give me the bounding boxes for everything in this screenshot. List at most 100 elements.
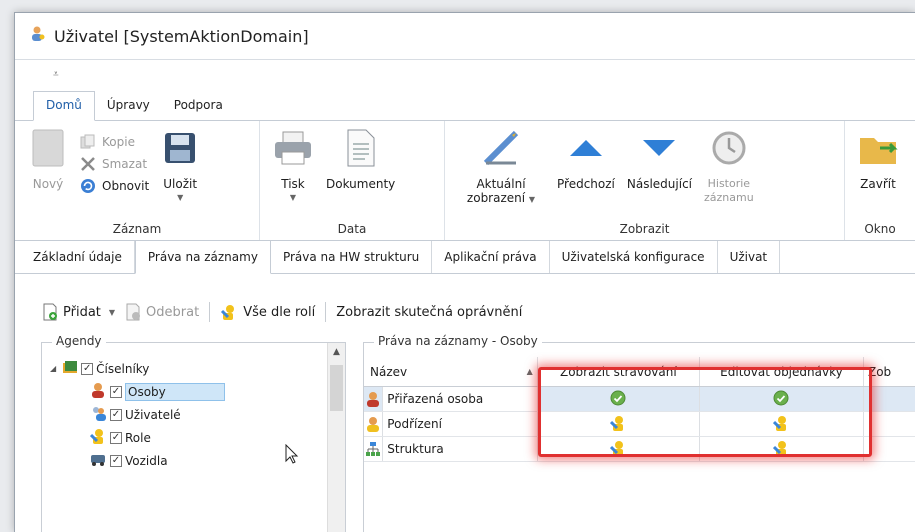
cell-editovat-objednavky[interactable] [700,412,864,436]
nasledujici-button[interactable]: Následující [621,125,698,193]
cell-zob[interactable] [864,412,915,436]
collapse-triangle-icon[interactable]: ◢ [50,364,56,373]
tab-aplikacni-prava[interactable]: Aplikační práva [432,241,550,273]
tree-item-osoby[interactable]: ✓ Osoby [50,380,326,403]
check-icon [773,390,789,409]
cell-zobrazit-stravovani[interactable] [538,387,700,411]
table-row[interactable]: Podřízení [364,412,915,437]
column-header-zobrazit-stravovani[interactable]: Zobrazit stravování [538,357,700,386]
zavrit-button[interactable]: Zavřít [851,125,905,193]
refresh-icon [79,177,97,195]
zobrazit-skutecna-opravneni-button[interactable]: Zobrazit skutečná oprávnění [331,305,527,320]
prava-panel: Práva na záznamy - Osoby Název ▲ Zobrazi… [363,334,915,532]
dokumenty-label: Dokumenty [326,177,396,191]
historie-label-1: Historie [707,177,751,190]
column-header-nazev[interactable]: Název ▲ [364,357,538,386]
pridat-dropdown-icon: ▼ [108,307,116,317]
ribbon-group-zaznam: Nový Kopie Smazat Obnovit Uložit ▼ Zázna… [15,121,260,240]
copy-icon [79,133,97,151]
checkbox-uzivatele[interactable]: ✓ [110,408,122,421]
tab-uzivat-truncated[interactable]: Uživat [718,241,781,273]
tab-upravy[interactable]: Úpravy [95,92,162,120]
quick-access-toolbar: ⩡ [15,59,915,89]
aktualni-zobrazeni-button[interactable]: Aktuální zobrazení ▼ [451,125,551,209]
cell-zobrazit-stravovani[interactable] [538,437,700,461]
cell-editovat-objednavky[interactable] [700,437,864,461]
novy-label: Nový [32,177,64,191]
ulozit-button[interactable]: Uložit ▼ [153,125,207,207]
record-tabs: Základní údaje Práva na záznamy Práva na… [15,240,915,274]
prava-legend: Práva na záznamy - Osoby [374,334,542,348]
scrollbar-thumb[interactable] [330,365,343,411]
tree-label-role: Role [125,430,151,445]
tree-label-osoby: Osoby [125,382,225,401]
smazat-label: Smazat [102,157,148,171]
kopie-button[interactable]: Kopie [75,131,153,153]
aktualni-label-2: zobrazení [466,191,526,205]
checkbox-ciselniky[interactable]: ✓ [81,362,94,375]
cell-zob[interactable] [864,387,915,411]
role-key-icon [610,440,626,459]
tab-domu[interactable]: Domů [33,91,95,121]
cell-editovat-objednavky[interactable] [700,387,864,411]
tab-zakladni-udaje[interactable]: Základní údaje [21,241,135,273]
predchozi-button[interactable]: Předchozí [551,125,621,193]
role-key-icon [610,415,626,434]
column-label-nazev: Název [370,364,408,379]
customize-qat-button[interactable]: ⩡ [53,69,59,80]
checkbox-vozidla[interactable]: ✓ [110,454,122,467]
toolbar-separator [325,302,327,322]
tree-label-vozidla: Vozidla [125,453,168,468]
row-name: Podřízení [383,412,538,436]
subordinate-icon [364,412,384,436]
odebrat-button[interactable]: Odebrat [120,303,204,321]
column-header-editovat-objednavky[interactable]: Editovat objednávky [700,357,864,386]
role-key-icon [89,428,106,447]
tab-podpora[interactable]: Podpora [162,92,235,120]
add-document-icon [42,303,58,321]
ulozit-label: Uložit [163,177,198,191]
smazat-button[interactable]: Smazat [75,153,153,175]
agendy-scrollbar[interactable]: ▲ [327,343,345,532]
pridat-label: Přidat [63,304,101,320]
structure-icon [364,437,384,461]
obnovit-button[interactable]: Obnovit [75,175,153,197]
column-header-zob-truncated[interactable]: Zob [864,357,915,386]
save-floppy-icon [159,127,201,169]
dokumenty-button[interactable]: Dokumenty [320,125,401,193]
vse-dle-roli-label: Vše dle rolí [243,304,316,320]
tab-prava-na-hw-strukturu[interactable]: Práva na HW strukturu [271,241,433,273]
vse-dle-roli-button[interactable]: Vše dle rolí [215,303,320,321]
ribbon: Nový Kopie Smazat Obnovit Uložit ▼ Zázna… [15,121,915,241]
arrow-up-icon [565,127,607,169]
novy-button[interactable]: Nový [21,125,75,193]
user-key-icon [29,25,47,47]
tisk-button[interactable]: Tisk ▼ [266,125,320,207]
kopie-label: Kopie [102,135,135,149]
zavrit-label: Zavřít [860,177,896,191]
ribbon-group-data: Tisk ▼ Dokumenty Data [260,121,445,240]
checkbox-osoby[interactable]: ✓ [110,385,122,398]
cell-zob[interactable] [864,437,915,461]
tab-uzivatelska-konfigurace[interactable]: Uživatelská konfigurace [550,241,718,273]
agendy-legend: Agendy [52,334,106,348]
tree-item-uzivatele[interactable]: ✓ Uživatelé [50,403,326,426]
tree-item-ciselniky[interactable]: ◢ ✓ Číselníky [50,357,326,380]
aktualni-label-1: Aktuální [476,177,526,191]
scroll-up-icon[interactable]: ▲ [328,343,345,361]
toolbar-separator [209,302,211,322]
agendy-panel: Agendy ◢ ✓ Číselníky ✓ Osoby ✓ Uživatelé [41,334,346,532]
checkbox-role[interactable]: ✓ [110,431,122,444]
cell-zobrazit-stravovani[interactable] [538,412,700,436]
role-key-icon [773,440,789,459]
folder-group-icon [62,360,78,377]
tisk-label: Tisk [281,177,305,191]
ribbon-group-zobrazit: Aktuální zobrazení ▼ Předchozí Následují… [445,121,845,240]
table-row[interactable]: Přiřazená osoba [364,387,915,412]
tisk-dropdown-icon: ▼ [289,193,297,202]
main-window: Uživatel [SystemAktionDomain] ⩡ Domů Úpr… [14,12,915,532]
pridat-button[interactable]: Přidat ▼ [37,303,120,321]
table-row[interactable]: Struktura [364,437,915,462]
historie-zaznamu-button[interactable]: Historie záznamu [698,125,760,207]
tab-prava-na-zaznamy[interactable]: Práva na záznamy [134,240,271,274]
